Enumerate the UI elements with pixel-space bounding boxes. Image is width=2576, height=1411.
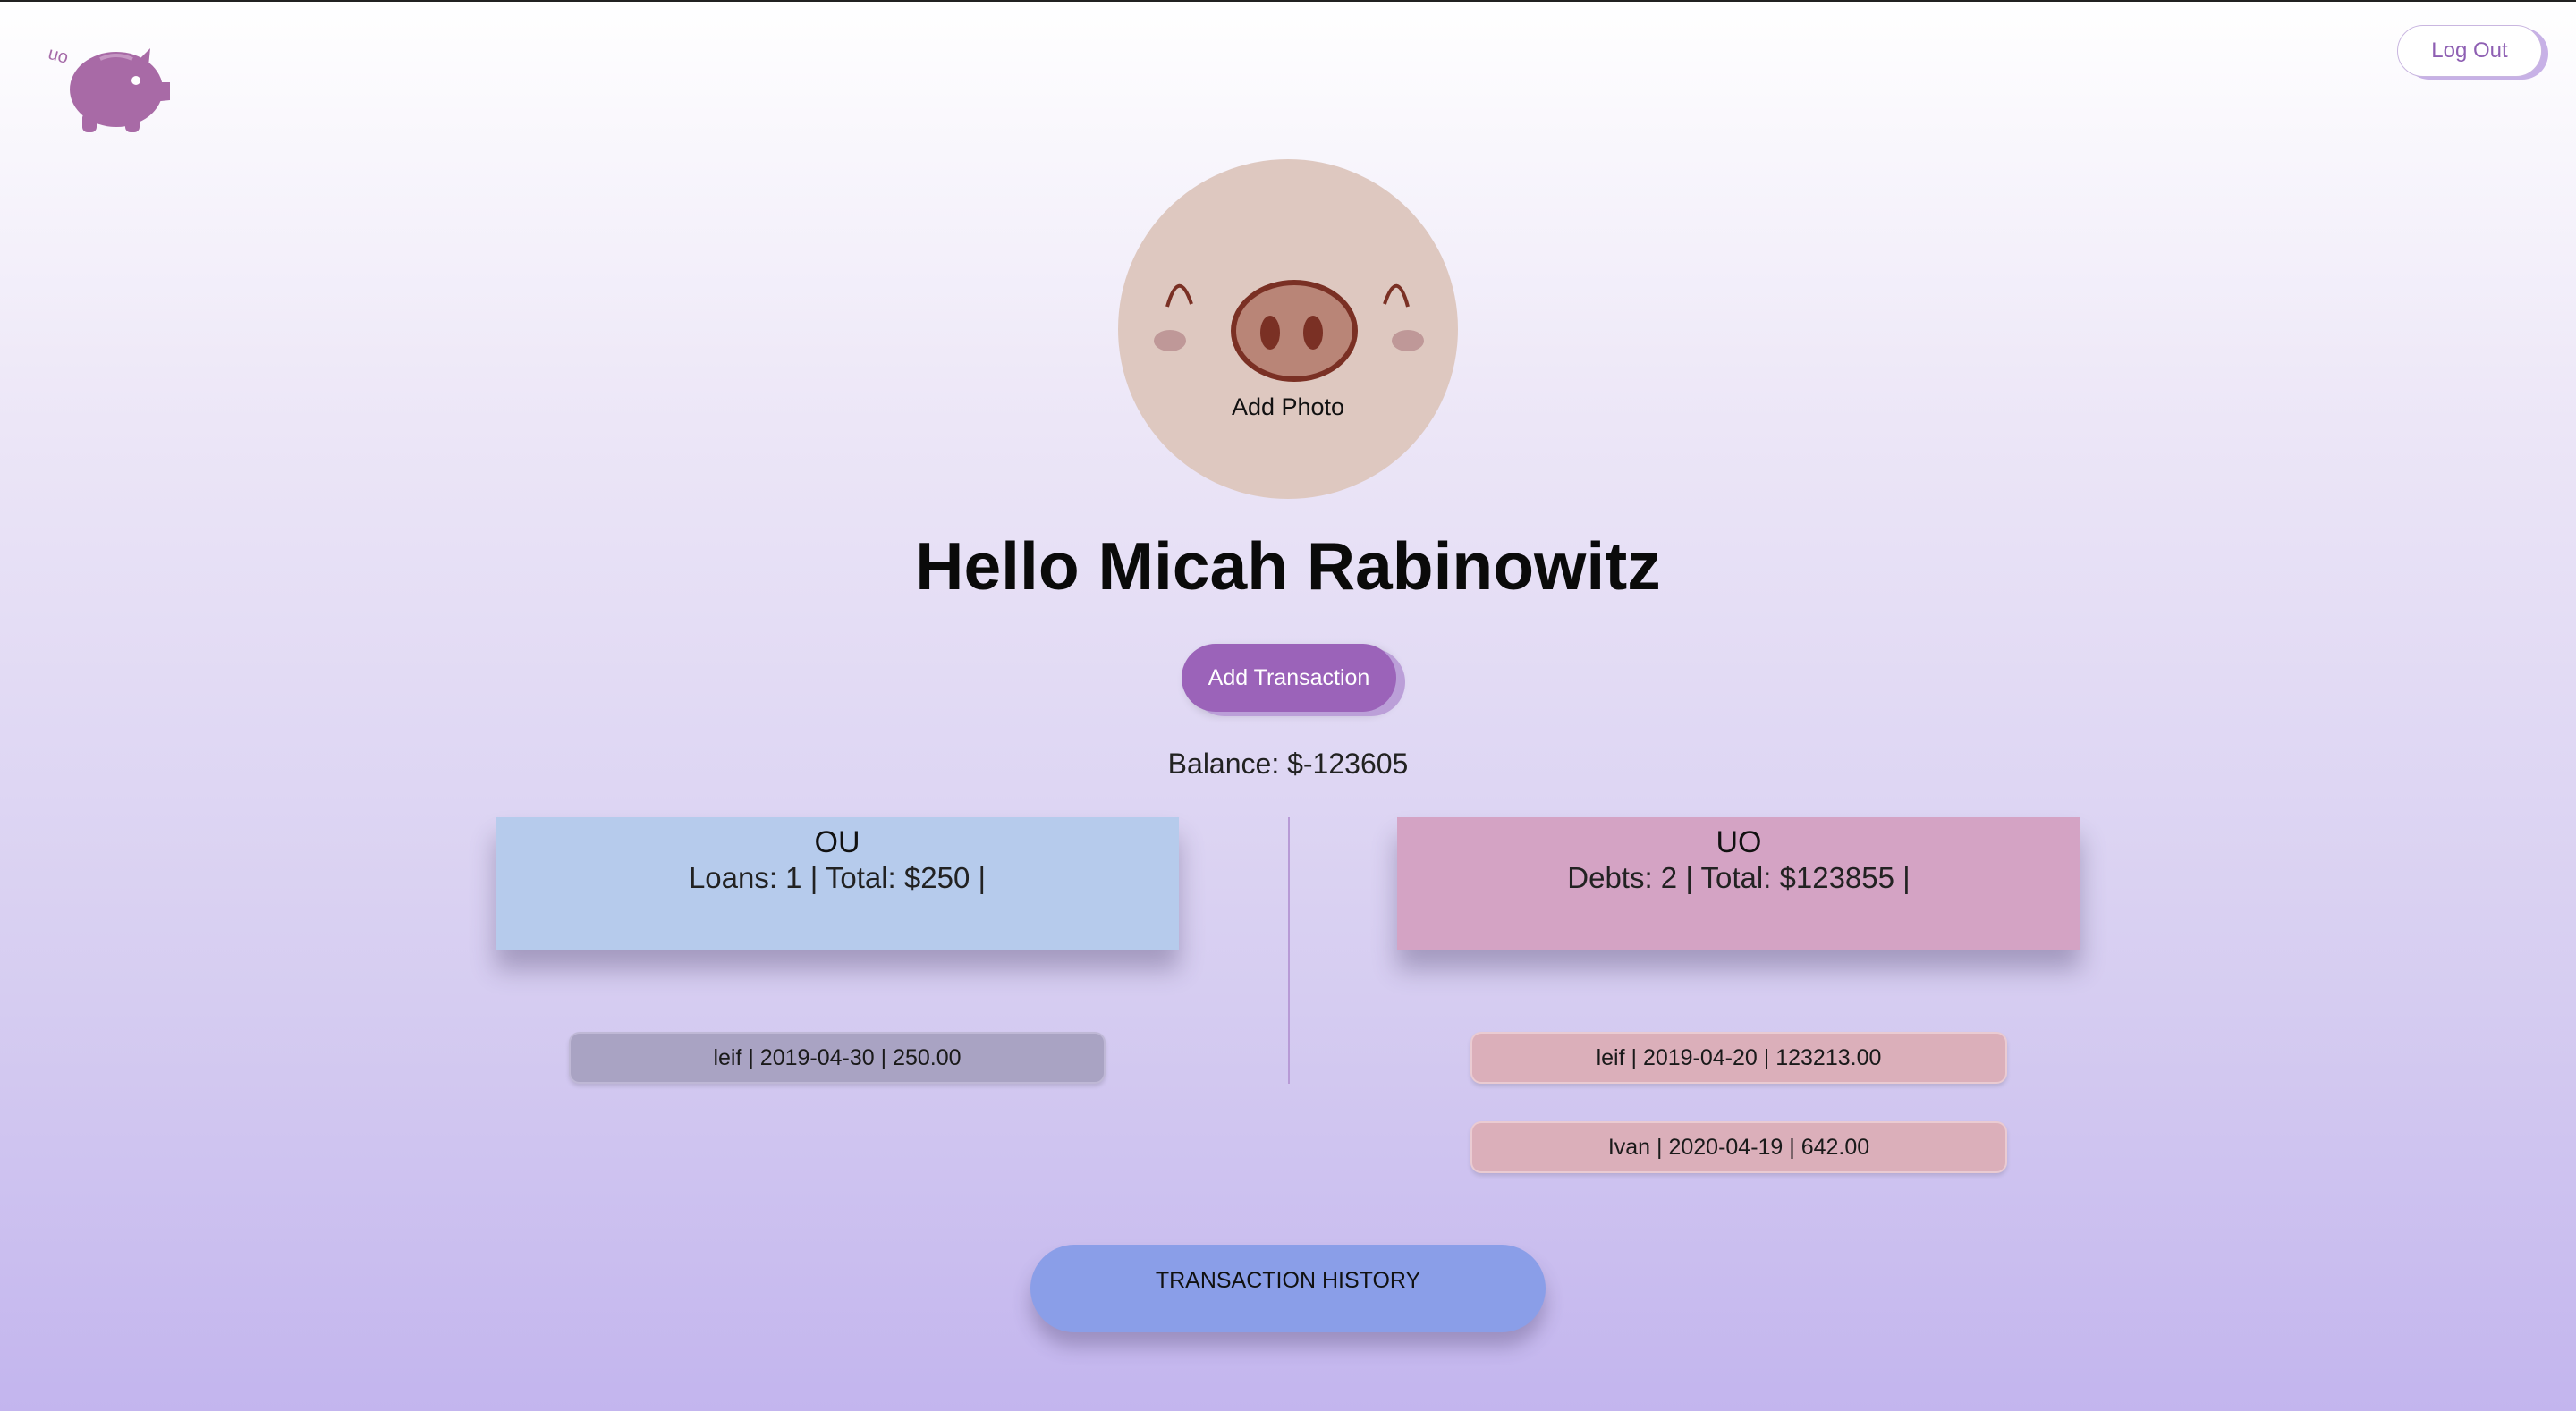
uo-title: UO (1716, 825, 1762, 859)
profile-avatar[interactable]: Add Photo (1118, 159, 1458, 499)
loan-transaction-row[interactable]: leif | 2019-04-30 | 250.00 (569, 1032, 1106, 1084)
transaction-history-button[interactable]: TRANSACTION HISTORY (1030, 1245, 1546, 1332)
piggy-bank-logo-icon[interactable]: uo (46, 43, 181, 141)
ou-title: OU (814, 825, 860, 859)
balance-text: Balance: $-123605 (1167, 748, 1409, 780)
add-transaction-button[interactable]: Add Transaction (1182, 644, 1396, 712)
uo-stats: Debts: 2 | Total: $123855 | (1567, 861, 1911, 894)
pig-face-icon (1154, 280, 1424, 382)
page-title: Hello Micah Rabinowitz (915, 528, 1661, 604)
uo-summary-card: UO Debts: 2 | Total: $123855 | (1397, 817, 2080, 950)
add-photo-label[interactable]: Add Photo (1118, 393, 1458, 421)
logout-button[interactable]: Log Out (2397, 25, 2542, 77)
top-border (0, 0, 2576, 2)
debt-transaction-row[interactable]: leif | 2019-04-20 | 123213.00 (1470, 1032, 2007, 1084)
debt-transaction-row[interactable]: Ivan | 2020-04-19 | 642.00 (1470, 1121, 2007, 1173)
ou-stats: Loans: 1 | Total: $250 | (688, 861, 987, 894)
ou-summary-card: OU Loans: 1 | Total: $250 | (496, 817, 1179, 950)
svg-text:uo: uo (47, 44, 71, 68)
column-divider (1288, 817, 1290, 1084)
